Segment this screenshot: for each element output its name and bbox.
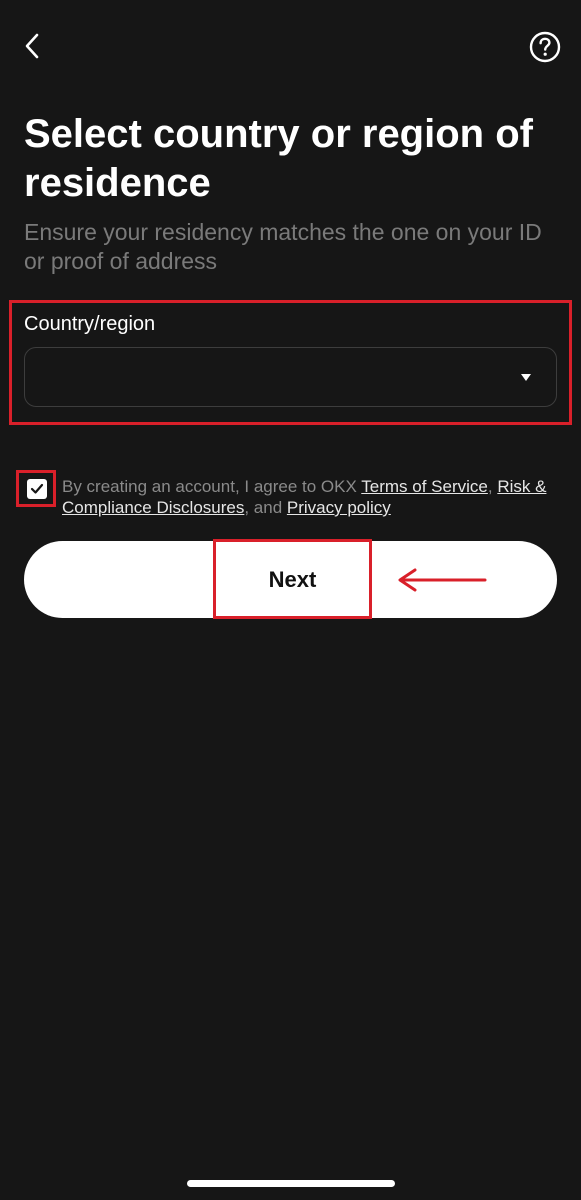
country-field-label: Country/region bbox=[24, 313, 156, 335]
question-circle-icon bbox=[529, 31, 561, 63]
agreement-and: , and bbox=[244, 498, 287, 517]
caret-down-icon bbox=[521, 374, 531, 381]
arrow-left-icon bbox=[398, 568, 487, 592]
home-indicator bbox=[187, 1180, 395, 1187]
back-button[interactable] bbox=[14, 28, 50, 64]
next-button-label: Next bbox=[268, 567, 317, 592]
page-subtitle: Ensure your residency matches the one on… bbox=[24, 219, 542, 274]
agreement-prefix: By creating an account, I agree to OKX bbox=[62, 477, 362, 496]
terms-of-service-link[interactable]: Terms of Service bbox=[361, 477, 488, 496]
select-residence-screen: Select country or region of residence En… bbox=[0, 0, 581, 1200]
agreement-checkbox[interactable] bbox=[27, 479, 47, 499]
help-button[interactable] bbox=[527, 29, 563, 65]
chevron-left-icon bbox=[25, 33, 39, 59]
agreement-text: By creating an account, I agree to OKX T… bbox=[62, 476, 562, 518]
privacy-policy-link[interactable]: Privacy policy bbox=[287, 498, 391, 517]
checkmark-icon bbox=[30, 483, 44, 494]
country-select[interactable] bbox=[24, 347, 557, 407]
page-title: Select country or region of residence bbox=[24, 112, 533, 205]
agreement-comma: , bbox=[487, 477, 493, 496]
